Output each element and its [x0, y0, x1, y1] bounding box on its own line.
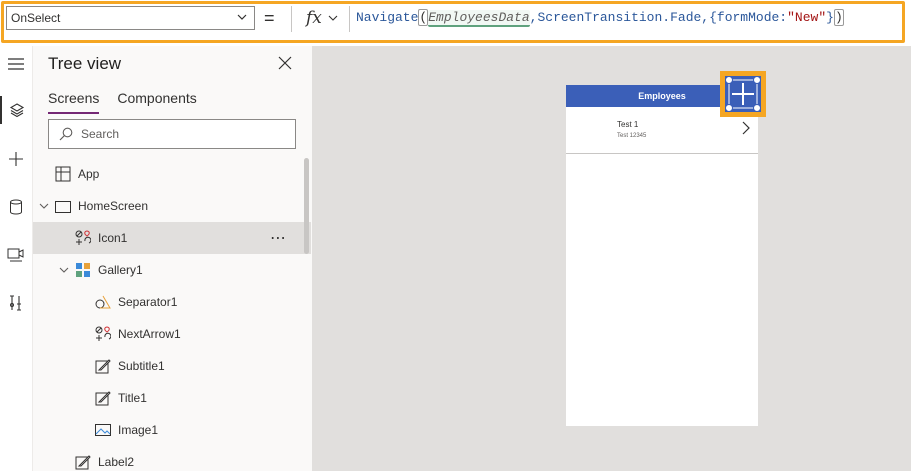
- chevron-down-icon: [237, 14, 247, 20]
- formula-transition: ScreenTransition.Fade: [537, 10, 702, 25]
- tree-item-label: Image1: [118, 423, 159, 437]
- property-dropdown-value: OnSelect: [11, 11, 61, 25]
- formula-record-end: }: [826, 10, 834, 25]
- tree-item-homescreen[interactable]: HomeScreen: [33, 190, 311, 222]
- function-button[interactable]: fx: [298, 6, 346, 30]
- panel-title: Tree view: [48, 54, 122, 73]
- property-dropdown[interactable]: OnSelect: [6, 6, 255, 30]
- tree-item-label: Subtitle1: [118, 359, 165, 373]
- screen-icon: [55, 201, 71, 213]
- database-icon[interactable]: [0, 193, 32, 221]
- gallery-item-subtitle: Test 12345: [617, 133, 647, 139]
- tree-item-label: Label2: [98, 455, 135, 469]
- tree-item-gallery1[interactable]: Gallery1: [33, 254, 311, 286]
- tab-components[interactable]: Components: [117, 90, 196, 112]
- tree-view-panel: Tree view Screens Components Search App …: [33, 46, 313, 471]
- formula-input[interactable]: Navigate(EmployeesData,ScreenTransition.…: [356, 8, 844, 30]
- formula-screen-ref: EmployeesData: [428, 10, 530, 27]
- app-icon: [55, 166, 71, 182]
- tree-item-icon1[interactable]: Icon1 ⋯: [33, 222, 311, 254]
- plus-icon[interactable]: [0, 145, 32, 173]
- image-icon: [95, 424, 111, 436]
- search-placeholder: Search: [81, 127, 120, 141]
- close-icon[interactable]: [278, 56, 292, 70]
- tree-item-label: Title1: [118, 391, 147, 405]
- resize-handle[interactable]: [725, 104, 733, 112]
- fx-icon: fx: [306, 8, 322, 28]
- tools-icon[interactable]: [0, 289, 32, 317]
- formula-close-paren: ): [833, 9, 844, 26]
- tree-item-title1[interactable]: Title1: [33, 382, 311, 414]
- tree-item-image1[interactable]: Image1: [33, 414, 311, 446]
- tree-item-label2[interactable]: Label2: [33, 446, 311, 471]
- hamburger-icon[interactable]: [0, 50, 32, 78]
- formula-bar: OnSelect = fx Navigate(EmployeesData,Scr…: [0, 0, 911, 46]
- tree-item-label: Separator1: [118, 295, 178, 309]
- tree-item-app[interactable]: App: [33, 158, 311, 190]
- formula-string: "New": [787, 10, 827, 25]
- gallery-icon: [76, 263, 90, 277]
- tree-item-subtitle1[interactable]: Subtitle1: [33, 350, 311, 382]
- design-canvas: Employees Test 1 Test 12345: [313, 46, 911, 471]
- label-icon: [95, 391, 111, 406]
- tree-item-label: Gallery1: [98, 263, 143, 277]
- equals-sign: =: [264, 8, 275, 28]
- tree-item-label: Icon1: [98, 231, 128, 245]
- chevron-down-icon[interactable]: [59, 265, 69, 275]
- more-options-button[interactable]: ⋯: [270, 228, 287, 248]
- resize-handle[interactable]: [725, 76, 733, 84]
- divider: [291, 6, 292, 32]
- resize-handle[interactable]: [753, 104, 761, 112]
- icon-control-icon: [75, 230, 91, 245]
- screen-title: Employees: [638, 91, 686, 101]
- tree-tabs: Screens Components: [48, 90, 215, 114]
- icon-control-icon: [95, 326, 111, 341]
- media-icon[interactable]: [0, 241, 32, 269]
- scrollbar[interactable]: [304, 158, 309, 254]
- layers-icon[interactable]: [0, 96, 32, 124]
- chevron-down-icon: [328, 15, 338, 21]
- formula-open-paren: (: [418, 9, 429, 26]
- add-icon[interactable]: [725, 76, 761, 112]
- chevron-right-icon[interactable]: [741, 121, 751, 135]
- tree-item-label: HomeScreen: [78, 199, 149, 213]
- app-screen-preview: Employees Test 1 Test 12345: [566, 85, 758, 426]
- label-icon: [95, 359, 111, 374]
- gallery-item-title: Test 1: [617, 120, 639, 129]
- tree-item-label: App: [78, 167, 100, 181]
- tab-screens[interactable]: Screens: [48, 90, 100, 114]
- left-rail: [0, 46, 33, 471]
- search-icon: [59, 127, 73, 141]
- chevron-down-icon[interactable]: [39, 201, 49, 211]
- label-icon: [75, 455, 91, 470]
- tree-item-nextarrow1[interactable]: NextArrow1: [33, 318, 311, 350]
- divider: [349, 6, 350, 32]
- tree-item-separator1[interactable]: Separator1: [33, 286, 311, 318]
- tree-item-label: NextArrow1: [118, 327, 181, 341]
- search-input[interactable]: Search: [48, 119, 296, 149]
- resize-handle[interactable]: [753, 76, 761, 84]
- formula-function: Navigate: [356, 10, 419, 25]
- formula-record-start: ,{formMode:: [701, 10, 788, 25]
- selected-control-highlight: [720, 71, 766, 117]
- shape-icon: [95, 295, 111, 309]
